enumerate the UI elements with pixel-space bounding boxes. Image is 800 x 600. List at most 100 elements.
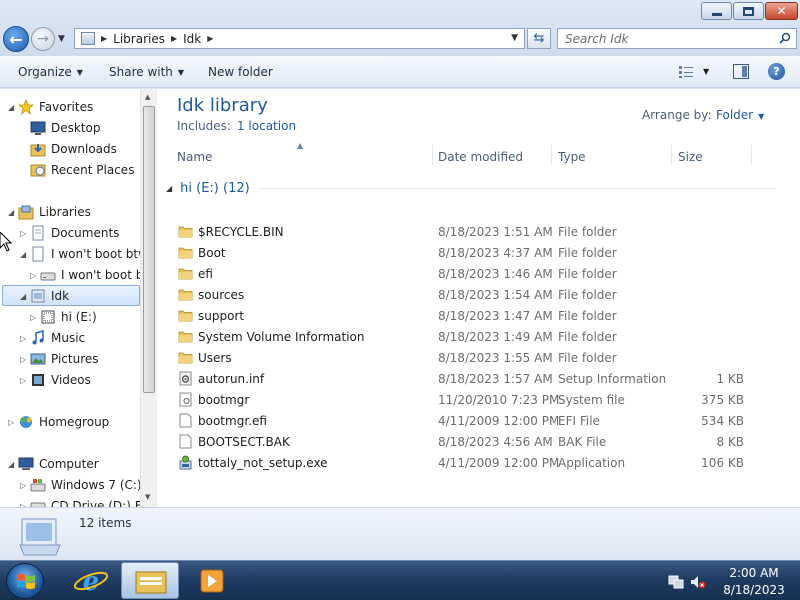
nav-label: Desktop <box>51 121 101 135</box>
breadcrumb-separator[interactable]: ▶ <box>207 34 213 43</box>
expand-arrow-icon[interactable]: ◢ <box>20 292 30 301</box>
nav-item-computer[interactable]: ◢ Computer <box>8 454 99 474</box>
column-date-modified[interactable]: Date modified <box>438 150 523 164</box>
library-includes: Includes: 1 location <box>177 119 296 133</box>
share-with-button[interactable]: Share with ▼ <box>109 65 184 79</box>
nav-item-cd-drive[interactable]: ▷ CD Drive (D:) EFI <box>20 496 153 507</box>
group-collapse-icon[interactable]: ◢ <box>166 184 172 193</box>
back-button[interactable]: ← <box>3 26 29 52</box>
search-input[interactable] <box>565 29 775 48</box>
breadcrumb-separator[interactable]: ▶ <box>171 34 177 43</box>
nav-item-idk[interactable]: ◢ Idk <box>8 286 69 306</box>
nav-item-downloads[interactable]: Downloads <box>30 139 117 159</box>
search-box[interactable] <box>557 28 797 49</box>
collapse-arrow-icon[interactable]: ▷ <box>30 313 40 322</box>
clock-time[interactable]: 2:00 AM <box>714 566 794 580</box>
help-button[interactable]: ? <box>768 63 785 80</box>
nav-scrollbar[interactable]: ▲ ▼ <box>140 89 157 507</box>
recent-pages-dropdown[interactable]: ▼ <box>58 34 65 44</box>
collapse-arrow-icon[interactable]: ▷ <box>8 418 18 427</box>
file-row[interactable]: sources 8/18/2023 1:54 AM File folder <box>176 284 776 305</box>
collapse-arrow-icon[interactable]: ▷ <box>20 481 30 490</box>
setup-file-icon <box>178 371 193 386</box>
clock-date[interactable]: 8/18/2023 <box>714 583 794 597</box>
collapse-arrow-icon[interactable]: ▷ <box>30 271 40 280</box>
search-icon[interactable] <box>779 32 791 44</box>
nav-item-libraries[interactable]: ◢ Libraries <box>8 202 91 222</box>
file-row[interactable]: System Volume Information 8/18/2023 1:49 … <box>176 326 776 347</box>
view-options-dropdown[interactable]: ▼ <box>703 67 709 76</box>
column-divider[interactable] <box>551 145 552 165</box>
scrollbar-thumb[interactable] <box>143 106 155 393</box>
expand-arrow-icon[interactable]: ◢ <box>8 460 18 469</box>
file-row[interactable]: support 8/18/2023 1:47 AM File folder <box>176 305 776 326</box>
column-size[interactable]: Size <box>678 150 703 164</box>
nav-item-i-wont-boot-drive[interactable]: ▷ I won't boot bt <box>30 265 148 285</box>
file-list-pane: Idk library Includes: 1 location Arrange … <box>158 89 800 507</box>
scroll-down-icon[interactable]: ▼ <box>145 493 150 501</box>
file-date-modified: 4/11/2009 12:00 PM <box>438 456 560 470</box>
taskbar-media-player[interactable] <box>182 562 240 599</box>
preview-pane-button[interactable] <box>733 64 749 79</box>
new-folder-button[interactable]: New folder <box>208 65 273 79</box>
nav-label: Documents <box>51 226 120 240</box>
minimize-button[interactable] <box>701 2 732 20</box>
nav-item-videos[interactable]: ▷ Videos <box>20 370 91 390</box>
start-button[interactable] <box>6 563 44 599</box>
breadcrumb-libraries[interactable]: Libraries <box>113 32 165 46</box>
nav-item-music[interactable]: ▷ Music <box>20 328 85 348</box>
file-row[interactable]: Users 8/18/2023 1:55 AM File folder <box>176 347 776 368</box>
nav-item-desktop[interactable]: Desktop <box>30 118 101 138</box>
drive-icon <box>40 272 56 281</box>
nav-item-recent-places[interactable]: Recent Places <box>30 160 134 180</box>
network-icon[interactable] <box>668 574 684 590</box>
nav-item-i-wont-boot[interactable]: ◢ I won't boot btw <box>20 244 148 264</box>
file-row[interactable]: bootmgr 11/20/2010 7:23 PM System file 375 … <box>176 389 776 410</box>
file-row[interactable]: $RECYCLE.BIN 8/18/2023 1:51 AM File folder <box>176 221 776 242</box>
group-header[interactable]: ◢ hi (E:) (12) <box>166 181 776 196</box>
refresh-button[interactable]: ⇆ <box>527 28 551 49</box>
address-dropdown-icon[interactable]: ▼ <box>511 33 518 43</box>
file-size: 106 KB <box>701 456 744 470</box>
file-row[interactable]: efi 8/18/2023 1:46 AM File folder <box>176 263 776 284</box>
scroll-up-icon[interactable]: ▲ <box>145 93 150 101</box>
column-name[interactable]: Name <box>177 150 212 164</box>
volume-muted-icon[interactable] <box>690 574 706 590</box>
maximize-button[interactable] <box>733 2 764 20</box>
expand-arrow-icon[interactable]: ◢ <box>20 250 30 259</box>
expand-arrow-icon[interactable]: ◢ <box>8 208 18 217</box>
file-row[interactable]: Boot 8/18/2023 4:37 AM File folder <box>176 242 776 263</box>
collapse-arrow-icon[interactable]: ▷ <box>20 376 30 385</box>
nav-item-homegroup[interactable]: ▷ Homegroup <box>8 412 109 432</box>
change-view-icon[interactable] <box>678 65 694 79</box>
back-arrow-icon: ← <box>9 29 23 49</box>
file-row[interactable]: BOOTSECT.BAK 8/18/2023 4:56 AM BAK File 8 K… <box>176 431 776 452</box>
collapse-arrow-icon[interactable]: ▷ <box>20 355 30 364</box>
breadcrumb-idk[interactable]: Idk <box>183 32 201 46</box>
arrange-by-dropdown[interactable]: Folder ▼ <box>716 108 764 122</box>
nav-item-pictures[interactable]: ▷ Pictures <box>20 349 99 369</box>
file-row[interactable]: bootmgr.efi 4/11/2009 12:00 PM EFI File 534… <box>176 410 776 431</box>
music-icon <box>32 330 44 345</box>
taskbar-internet-explorer[interactable]: e <box>62 562 120 599</box>
locations-link[interactable]: 1 location <box>237 119 296 133</box>
nav-item-hi-drive[interactable]: ▷ hi (E:) <box>30 307 97 327</box>
taskbar-windows-explorer[interactable] <box>121 562 179 599</box>
address-bar[interactable]: ▶ Libraries ▶ Idk ▶ ▼ <box>74 28 525 49</box>
column-divider[interactable] <box>432 145 433 165</box>
column-type[interactable]: Type <box>558 150 586 164</box>
expand-arrow-icon[interactable]: ◢ <box>8 103 18 112</box>
organize-button[interactable]: Organize ▼ <box>18 65 83 79</box>
breadcrumb-separator[interactable]: ▶ <box>101 34 107 43</box>
forward-button[interactable]: → <box>31 27 55 51</box>
collapse-arrow-icon[interactable]: ▷ <box>20 334 30 343</box>
collapse-arrow-icon[interactable]: ▷ <box>20 229 30 238</box>
column-divider[interactable] <box>671 145 672 165</box>
close-button[interactable]: ✕ <box>765 2 798 20</box>
nav-item-documents[interactable]: ▷ Documents <box>20 223 119 243</box>
nav-item-favorites[interactable]: ◢ Favorites <box>8 97 93 117</box>
column-divider[interactable] <box>751 145 752 165</box>
file-row[interactable]: tottaly_not_setup.exe 4/11/2009 12:00 PM A… <box>176 452 776 473</box>
nav-item-windows7-drive[interactable]: ▷ Windows 7 (C:) <box>20 475 142 495</box>
file-row[interactable]: autorun.inf 8/18/2023 1:57 AM Setup Inform… <box>176 368 776 389</box>
